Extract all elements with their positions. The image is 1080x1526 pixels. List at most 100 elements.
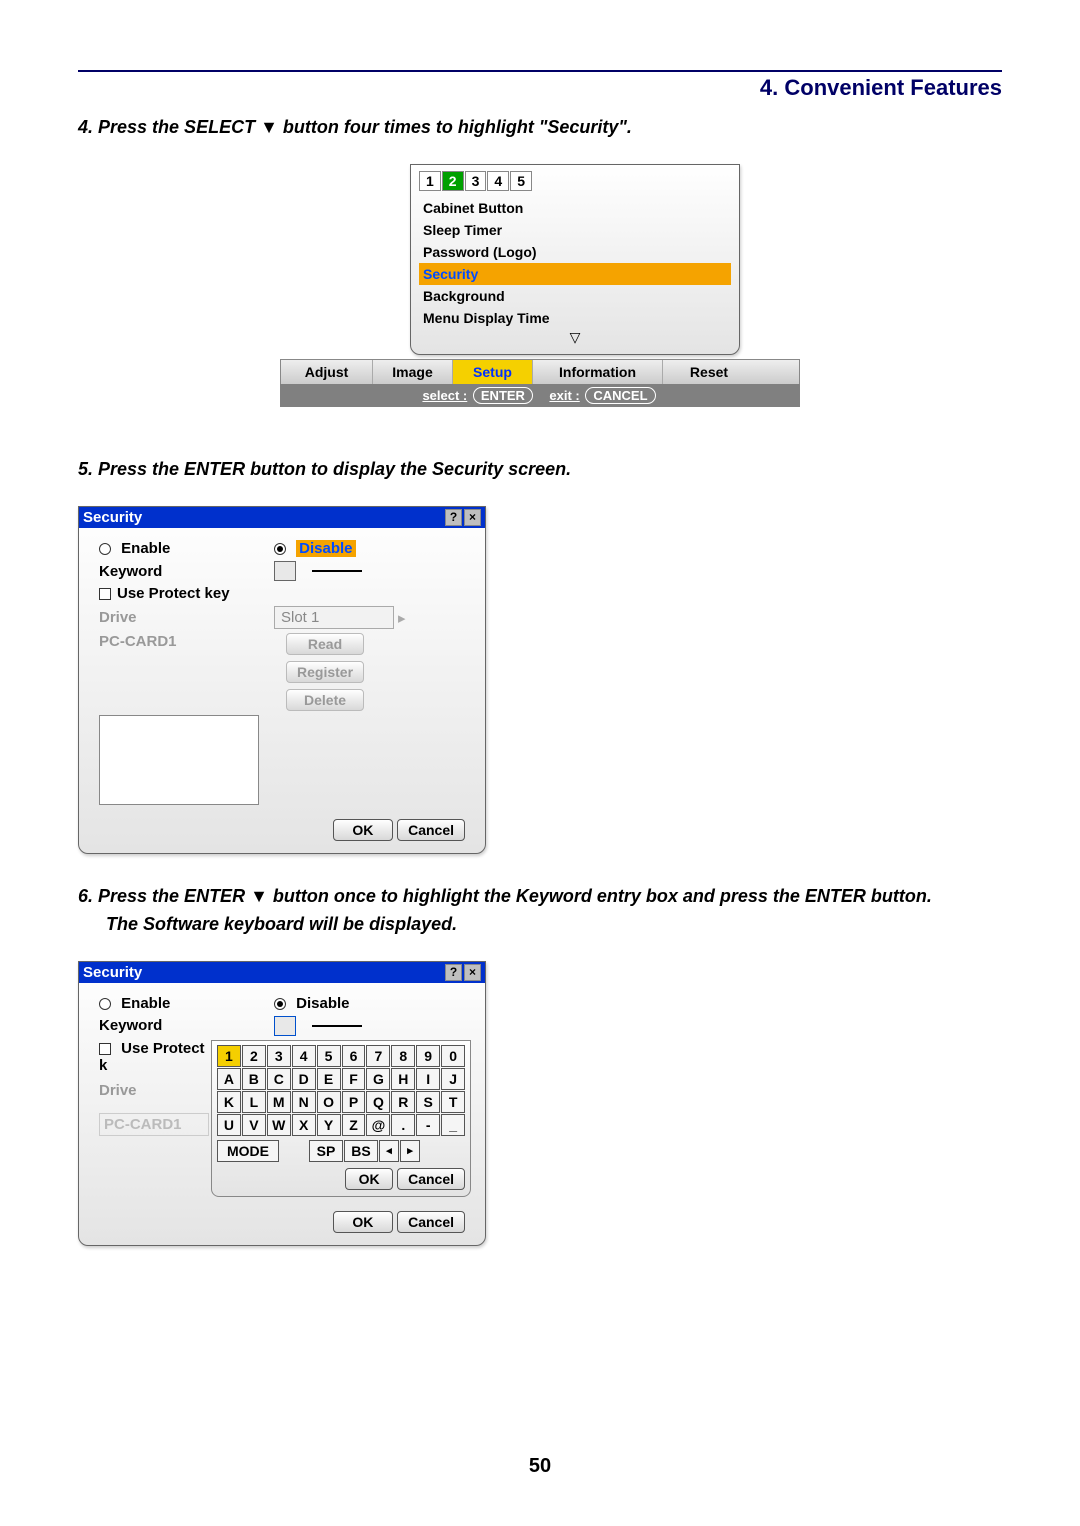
- titlebar-text: Security: [83, 509, 142, 526]
- key-5[interactable]: 5: [317, 1045, 341, 1067]
- tab-image[interactable]: Image: [373, 360, 453, 384]
- radio-enable[interactable]: [99, 543, 111, 555]
- key-9[interactable]: 9: [416, 1045, 440, 1067]
- page-tab-2[interactable]: 2: [442, 171, 464, 191]
- tab-setup[interactable]: Setup: [453, 360, 533, 384]
- key-7[interactable]: 7: [366, 1045, 390, 1067]
- radio-disable[interactable]: [274, 543, 286, 555]
- key-o[interactable]: O: [317, 1091, 341, 1113]
- kbd-ok-button[interactable]: OK: [345, 1168, 393, 1190]
- delete-button[interactable]: Delete: [286, 689, 364, 711]
- key-dash[interactable]: -: [416, 1114, 440, 1136]
- enable-label-2: Enable: [121, 995, 170, 1012]
- read-button[interactable]: Read: [286, 633, 364, 655]
- key-8[interactable]: 8: [391, 1045, 415, 1067]
- key-underscore[interactable]: _: [441, 1114, 465, 1136]
- key-d[interactable]: D: [292, 1068, 316, 1090]
- software-keyboard: 1 2 3 4 5 6 7 8 9 0 A B C: [211, 1040, 471, 1197]
- menu-figure: 1 2 3 4 5 Cabinet Button Sleep Timer Pas…: [280, 164, 800, 407]
- key-left-arrow[interactable]: ◂: [379, 1140, 399, 1162]
- register-button[interactable]: Register: [286, 661, 364, 683]
- checkbox-protect[interactable]: [99, 588, 111, 600]
- tab-adjust[interactable]: Adjust: [281, 360, 373, 384]
- key-4[interactable]: 4: [292, 1045, 316, 1067]
- step5-text: 5. Press the ENTER button to display the…: [78, 457, 1002, 482]
- keyword-input-2[interactable]: [274, 1016, 296, 1036]
- help-icon[interactable]: ?: [445, 509, 462, 526]
- menu-box: 1 2 3 4 5 Cabinet Button Sleep Timer Pas…: [410, 164, 740, 355]
- kbd-cancel-button[interactable]: Cancel: [397, 1168, 465, 1190]
- key-dot[interactable]: .: [391, 1114, 415, 1136]
- menu-item-cabinet[interactable]: Cabinet Button: [419, 197, 731, 219]
- keyword-label: Keyword: [99, 563, 274, 580]
- key-w[interactable]: W: [267, 1114, 291, 1136]
- checkbox-protect-2[interactable]: [99, 1043, 111, 1055]
- radio-disable-2[interactable]: [274, 998, 286, 1010]
- header-rule: [78, 70, 1002, 72]
- key-b[interactable]: B: [242, 1068, 266, 1090]
- key-s[interactable]: S: [416, 1091, 440, 1113]
- key-n[interactable]: N: [292, 1091, 316, 1113]
- menu-item-background[interactable]: Background: [419, 285, 731, 307]
- help-icon-2[interactable]: ?: [445, 964, 462, 981]
- key-right-arrow[interactable]: ▸: [400, 1140, 420, 1162]
- protect-label-2: Use Protect k: [99, 1040, 205, 1074]
- slot-arrow-icon: ▸: [398, 609, 406, 627]
- key-6[interactable]: 6: [342, 1045, 366, 1067]
- slot-select[interactable]: Slot 1: [274, 606, 394, 629]
- key-g[interactable]: G: [366, 1068, 390, 1090]
- menu-item-sleep[interactable]: Sleep Timer: [419, 219, 731, 241]
- close-icon[interactable]: ×: [464, 509, 481, 526]
- key-z[interactable]: Z: [342, 1114, 366, 1136]
- key-l[interactable]: L: [242, 1091, 266, 1113]
- page-tab-5[interactable]: 5: [510, 171, 532, 191]
- step6-text: 6. Press the ENTER ▼ button once to high…: [78, 884, 1002, 909]
- tab-reset[interactable]: Reset: [663, 360, 755, 384]
- disable-label-2: Disable: [296, 995, 349, 1012]
- key-0[interactable]: 0: [441, 1045, 465, 1067]
- key-u[interactable]: U: [217, 1114, 241, 1136]
- key-bs[interactable]: BS: [344, 1140, 378, 1162]
- menu-item-password[interactable]: Password (Logo): [419, 241, 731, 263]
- keyword-label-2: Keyword: [99, 1017, 274, 1034]
- key-p[interactable]: P: [342, 1091, 366, 1113]
- key-k[interactable]: K: [217, 1091, 241, 1113]
- page-number: 50: [0, 1455, 1080, 1478]
- tab-information[interactable]: Information: [533, 360, 663, 384]
- cancel-button[interactable]: Cancel: [397, 819, 465, 841]
- cancel-button-2[interactable]: Cancel: [397, 1211, 465, 1233]
- key-3[interactable]: 3: [267, 1045, 291, 1067]
- key-2[interactable]: 2: [242, 1045, 266, 1067]
- page-tab-4[interactable]: 4: [487, 171, 509, 191]
- radio-enable-2[interactable]: [99, 998, 111, 1010]
- ok-button-2[interactable]: OK: [333, 1211, 393, 1233]
- card-listbox[interactable]: [99, 715, 259, 805]
- key-i[interactable]: I: [416, 1068, 440, 1090]
- key-q[interactable]: Q: [366, 1091, 390, 1113]
- key-mode[interactable]: MODE: [217, 1140, 279, 1162]
- key-t[interactable]: T: [441, 1091, 465, 1113]
- key-e[interactable]: E: [317, 1068, 341, 1090]
- key-h[interactable]: H: [391, 1068, 415, 1090]
- keyword-input[interactable]: [274, 561, 296, 581]
- key-v[interactable]: V: [242, 1114, 266, 1136]
- key-x[interactable]: X: [292, 1114, 316, 1136]
- ok-button[interactable]: OK: [333, 819, 393, 841]
- key-1[interactable]: 1: [217, 1045, 241, 1067]
- key-at[interactable]: @: [366, 1114, 390, 1136]
- key-j[interactable]: J: [441, 1068, 465, 1090]
- key-c[interactable]: C: [267, 1068, 291, 1090]
- page-tab-3[interactable]: 3: [465, 171, 487, 191]
- key-r[interactable]: R: [391, 1091, 415, 1113]
- menu-item-displaytime[interactable]: Menu Display Time: [419, 307, 731, 329]
- key-a[interactable]: A: [217, 1068, 241, 1090]
- key-f[interactable]: F: [342, 1068, 366, 1090]
- page-tab-1[interactable]: 1: [419, 171, 441, 191]
- key-sp[interactable]: SP: [309, 1140, 343, 1162]
- key-y[interactable]: Y: [317, 1114, 341, 1136]
- scroll-down-icon: ▽: [419, 329, 731, 346]
- step4-text: 4. Press the SELECT ▼ button four times …: [78, 115, 1002, 140]
- key-m[interactable]: M: [267, 1091, 291, 1113]
- menu-item-security[interactable]: Security: [419, 263, 731, 285]
- close-icon-2[interactable]: ×: [464, 964, 481, 981]
